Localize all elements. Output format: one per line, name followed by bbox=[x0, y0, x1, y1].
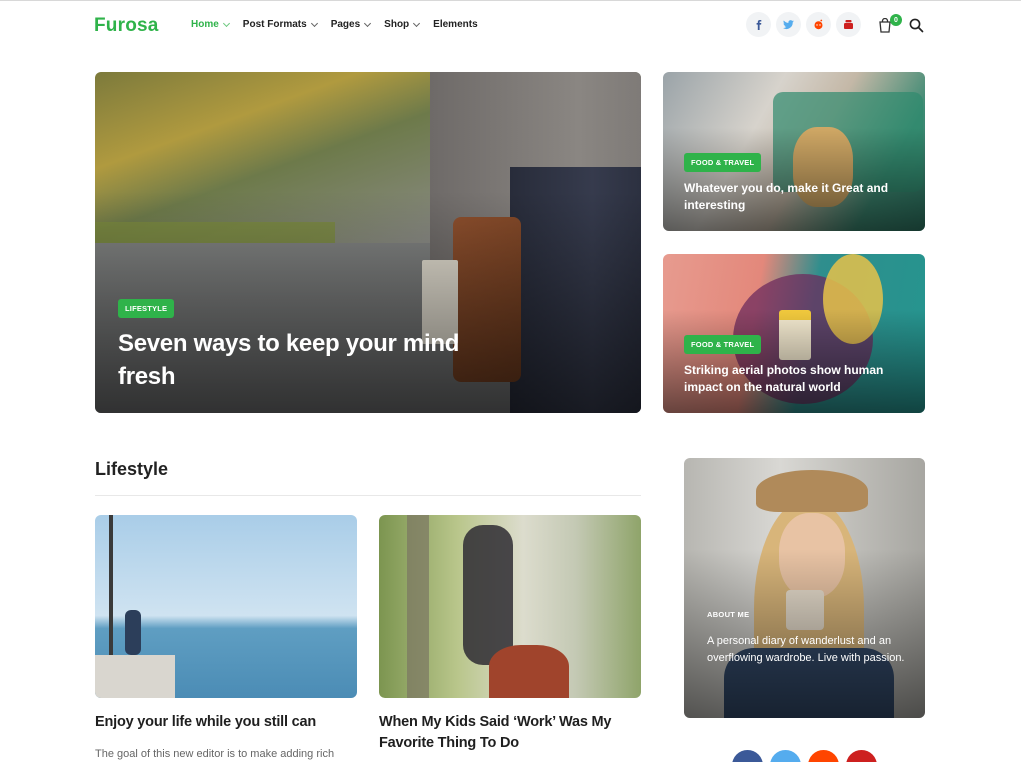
nav-item-label: Pages bbox=[330, 19, 361, 30]
post-thumbnail[interactable] bbox=[379, 515, 641, 698]
about-me-label: ABOUT ME bbox=[707, 610, 750, 619]
side-post-card[interactable]: FOOD & TRAVEL Whatever you do, make it G… bbox=[663, 72, 925, 231]
nav-item-label: Elements bbox=[433, 19, 478, 30]
about-me-text: A personal diary of wanderlust and an ov… bbox=[707, 635, 905, 664]
post-excerpt: The goal of this new editor is to make a… bbox=[95, 748, 335, 760]
main-nav: Home Post Formats Pages Shop Elements bbox=[191, 19, 492, 30]
image-boat-deck bbox=[95, 655, 175, 698]
nav-item-label: Post Formats bbox=[242, 19, 307, 30]
twitter-icon[interactable] bbox=[770, 750, 801, 762]
chevron-down-icon bbox=[310, 19, 318, 27]
youtube-icon[interactable] bbox=[836, 12, 861, 37]
post-thumbnail[interactable] bbox=[95, 515, 357, 698]
youtube-icon[interactable] bbox=[846, 750, 877, 762]
category-badge[interactable]: LIFESTYLE bbox=[118, 299, 175, 318]
image-parent-hair bbox=[489, 645, 569, 698]
side-post-card[interactable]: FOOD & TRAVEL Striking aerial photos sho… bbox=[663, 254, 925, 413]
category-badge[interactable]: FOOD & TRAVEL bbox=[684, 153, 762, 172]
site-logo[interactable]: Furosa bbox=[94, 15, 159, 37]
header-social-links bbox=[746, 12, 861, 37]
twitter-icon[interactable] bbox=[776, 12, 801, 37]
post-title[interactable]: When My Kids Said ‘Work’ Was My Favorite… bbox=[379, 712, 641, 754]
image-person bbox=[125, 610, 141, 655]
post-title[interactable]: Enjoy your life while you still can bbox=[95, 712, 357, 733]
section-title: Lifestyle bbox=[95, 459, 169, 479]
site-header: Furosa Home Post Formats Pages Shop Elem… bbox=[0, 1, 1021, 51]
reddit-icon[interactable] bbox=[806, 12, 831, 37]
featured-post-card[interactable]: LIFESTYLE Seven ways to keep your mind f… bbox=[95, 72, 641, 413]
reddit-icon[interactable] bbox=[808, 750, 839, 762]
nav-item-shop[interactable]: Shop bbox=[384, 19, 421, 30]
facebook-icon[interactable] bbox=[732, 750, 763, 762]
image-overlay bbox=[684, 458, 925, 718]
category-badge[interactable]: FOOD & TRAVEL bbox=[684, 335, 762, 354]
search-icon[interactable] bbox=[909, 18, 924, 33]
cart-count-badge: 0 bbox=[890, 14, 902, 26]
nav-item-label: Shop bbox=[384, 19, 410, 30]
sidebar-social-links bbox=[732, 750, 877, 762]
nav-item-label: Home bbox=[191, 19, 219, 30]
featured-post-text: LIFESTYLE Seven ways to keep your mind f… bbox=[118, 298, 488, 393]
image-child bbox=[463, 525, 513, 665]
side-post-title[interactable]: Whatever you do, make it Great and inter… bbox=[684, 180, 904, 214]
facebook-icon[interactable] bbox=[746, 12, 771, 37]
chevron-down-icon bbox=[222, 19, 230, 27]
side-post-text: FOOD & TRAVEL Striking aerial photos sho… bbox=[684, 334, 909, 396]
chevron-down-icon bbox=[364, 19, 372, 27]
featured-post-title[interactable]: Seven ways to keep your mind fresh bbox=[118, 327, 488, 393]
nav-item-home[interactable]: Home bbox=[191, 19, 230, 30]
chevron-down-icon bbox=[413, 19, 421, 27]
about-me-card bbox=[684, 458, 925, 718]
image-tree-trunk bbox=[407, 515, 429, 698]
nav-item-elements[interactable]: Elements bbox=[433, 19, 477, 30]
side-post-text: FOOD & TRAVEL Whatever you do, make it G… bbox=[684, 152, 904, 214]
side-post-title[interactable]: Striking aerial photos show human impact… bbox=[684, 362, 909, 396]
nav-item-post-formats[interactable]: Post Formats bbox=[242, 19, 318, 30]
section-divider bbox=[95, 495, 641, 496]
nav-item-pages[interactable]: Pages bbox=[330, 19, 372, 30]
